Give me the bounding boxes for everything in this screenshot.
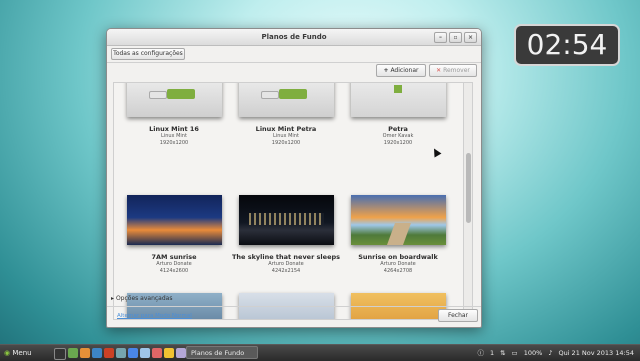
skype-icon[interactable]	[128, 348, 138, 358]
all-settings-button[interactable]: Todas as configurações	[111, 48, 185, 60]
taskbar-window-button[interactable]: Planos de Fundo	[186, 346, 258, 359]
task-label: Planos de Fundo	[191, 349, 245, 357]
minimize-button[interactable]: –	[434, 32, 447, 43]
wallpaper-size: 1920x1200	[159, 140, 189, 146]
wallpaper-tile[interactable]: Petra Omer Kavak 1920x1200	[343, 83, 453, 147]
pidgin-chat-icon[interactable]	[140, 348, 150, 358]
wallpaper-author: Linux Mint	[161, 133, 187, 139]
menu-button[interactable]: ◉ Menu	[4, 347, 32, 359]
wallpaper-name: Petra	[388, 125, 408, 133]
folder-icon[interactable]	[164, 348, 174, 358]
launcher-icons	[54, 348, 186, 360]
remove-button[interactable]: ✕ Remover	[429, 64, 477, 77]
grid-scrollbar[interactable]	[463, 82, 473, 318]
menu-label: Menu	[12, 349, 32, 357]
wallpaper-tile[interactable]: 7AM sunrise Arturo Donate 4124x2600	[119, 195, 229, 275]
advanced-options-label: Opções avançadas	[115, 295, 173, 302]
wallpaper-size: 4242x2154	[271, 268, 301, 274]
scrollbar-thumb[interactable]	[466, 153, 471, 223]
normal-mode-link[interactable]: Alternar para Modo Normal	[117, 313, 192, 319]
remove-button-label: Remover	[443, 67, 470, 74]
wallpaper-name: Linux Mint Petra	[255, 125, 317, 133]
close-window-button[interactable]: ×	[464, 32, 477, 43]
wallpaper-grid[interactable]: Linux Mint 16 Linux Mint 1920x1200 Linux…	[113, 82, 465, 320]
wallpaper-tile[interactable]: Linux Mint Petra Linux Mint 1920x1200	[231, 83, 341, 147]
taskbar: ◉ Menu Planos de Fundo ⓘ 1 ⇅ ▭ 100% ♪ Qu…	[0, 344, 640, 361]
wallpaper-name: 7AM sunrise	[151, 253, 197, 261]
wallpaper-thumbnail	[238, 195, 334, 245]
volume-icon[interactable]: ♪	[548, 346, 552, 360]
wallpaper-tile[interactable]: Sunrise on boardwalk Arturo Donate 4264x…	[343, 195, 453, 275]
add-button-label: Adicionar	[390, 67, 419, 74]
wallpaper-thumbnail	[126, 83, 222, 117]
tray-app-icon[interactable]	[176, 348, 186, 358]
wallpaper-author: Arturo Donate	[156, 261, 192, 267]
files-icon[interactable]	[68, 348, 78, 358]
wallpaper-name: The skyline that never sleeps	[232, 253, 340, 261]
add-button[interactable]: + Adicionar	[376, 64, 426, 77]
wallpaper-name: Sunrise on boardwalk	[358, 253, 438, 261]
wallpaper-thumbnail	[350, 195, 446, 245]
wallpaper-name: Linux Mint 16	[149, 125, 199, 133]
triangle-right-icon: ▸	[111, 295, 115, 302]
remove-x-icon: ✕	[436, 67, 442, 74]
wallpaper-author: Arturo Donate	[380, 261, 416, 267]
mint-logo-icon: ◉	[4, 349, 11, 357]
plus-icon: +	[383, 67, 389, 74]
desktop-clock: 02:54	[514, 24, 620, 66]
terminal-icon[interactable]	[54, 348, 66, 360]
footer-separator	[107, 306, 481, 307]
battery-level: 100%	[523, 349, 543, 357]
window-title: Planos de Fundo	[261, 33, 327, 41]
wallpaper-thumbnail	[126, 195, 222, 245]
wallpaper-author: Linux Mint	[273, 133, 299, 139]
network-icon[interactable]: ⇅	[500, 346, 505, 360]
firefox-icon[interactable]	[80, 348, 90, 358]
ubuntuone-icon[interactable]	[152, 348, 162, 358]
wallpaper-author: Arturo Donate	[268, 261, 304, 267]
info-icon[interactable]: ⓘ	[477, 346, 484, 360]
wallpaper-tile[interactable]: Linux Mint 16 Linux Mint 1920x1200	[119, 83, 229, 147]
wallpaper-tile[interactable]: The skyline that never sleeps Arturo Don…	[231, 195, 341, 275]
window-titlebar[interactable]: Planos de Fundo – ▫ ×	[107, 29, 481, 46]
wallpaper-author: Omer Kavak	[382, 133, 414, 139]
backgrounds-window: Planos de Fundo – ▫ × Todas as configura…	[106, 28, 482, 328]
datetime[interactable]: Qui 21 Nov 2013 14:54	[558, 346, 634, 360]
maximize-button[interactable]: ▫	[449, 32, 462, 43]
wallpaper-size: 1920x1200	[271, 140, 301, 146]
pidgin-icon[interactable]	[116, 348, 126, 358]
toolbar-separator	[107, 62, 481, 63]
advanced-options-expander[interactable]: ▸ Opções avançadas	[111, 295, 172, 302]
system-tray: ⓘ 1 ⇅ ▭ 100% ♪ Qui 21 Nov 2013 14:54	[477, 346, 634, 360]
software-manager-icon[interactable]	[104, 348, 114, 358]
workspace-indicator[interactable]: 1	[490, 346, 494, 360]
wallpaper-thumbnail	[238, 83, 334, 117]
wallpaper-size: 4124x2600	[159, 268, 189, 274]
battery-icon[interactable]: ▭	[512, 346, 518, 360]
close-button[interactable]: Fechar	[438, 309, 478, 322]
wallpaper-size: 4264x2708	[383, 268, 413, 274]
wallpaper-thumbnail	[350, 83, 446, 117]
thunderbird-icon[interactable]	[92, 348, 102, 358]
